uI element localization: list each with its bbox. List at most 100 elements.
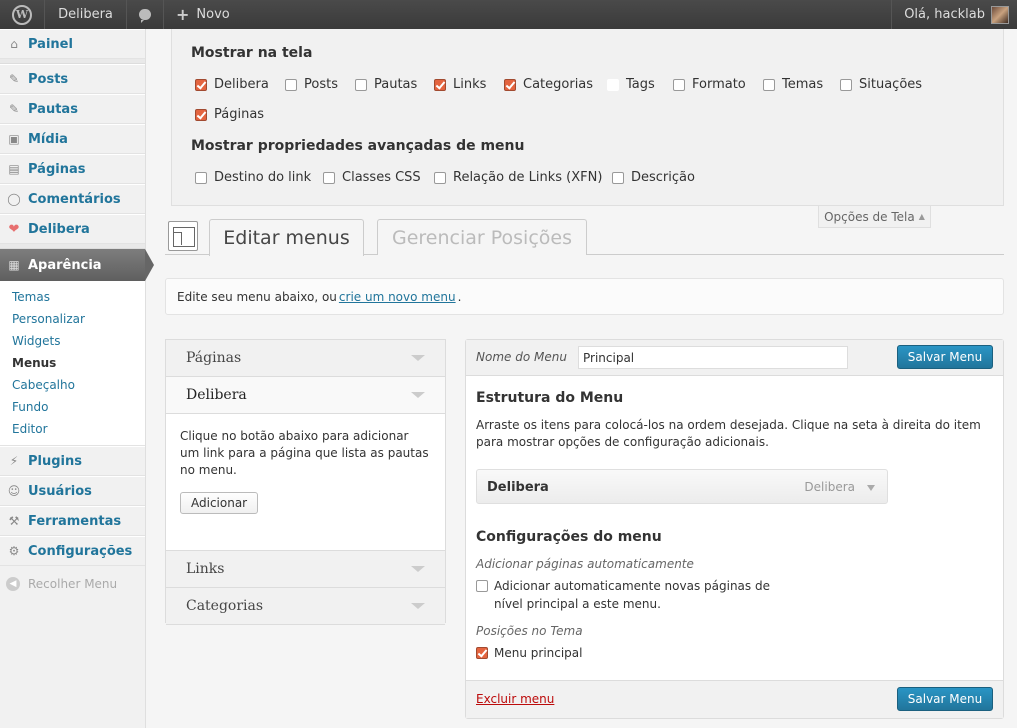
- collapse-arrow-icon: ◀: [6, 577, 20, 591]
- checkbox-classes-css[interactable]: Classes CSS: [323, 170, 421, 185]
- menu-nav-tabs: Editar menus Gerenciar Posições: [165, 218, 1004, 256]
- chevron-down-icon[interactable]: [867, 485, 875, 491]
- checkbox-situacoes[interactable]: Situações: [840, 77, 922, 92]
- users-icon: ☺: [7, 484, 21, 498]
- accordion-section-paginas[interactable]: Páginas: [166, 340, 445, 377]
- sidebar-item-label: Pautas: [28, 101, 78, 117]
- checkbox-label: Pautas: [374, 77, 418, 92]
- wordpress-logo-button[interactable]: W: [0, 0, 45, 29]
- submenu-item-temas[interactable]: Temas: [0, 286, 145, 308]
- checkbox-checked-icon[interactable]: [504, 78, 516, 91]
- sidebar-item-aparencia[interactable]: ▦ Aparência: [0, 249, 154, 281]
- checkbox-unchecked-icon[interactable]: [840, 78, 852, 91]
- appearance-icon: ▦: [8, 258, 20, 272]
- checkbox-unchecked-icon[interactable]: [476, 580, 488, 592]
- sidebar-item-painel[interactable]: ⌂ Painel: [0, 29, 145, 59]
- checkbox-unchecked-icon[interactable]: [673, 78, 685, 91]
- sidebar-item-label: Plugins: [28, 453, 82, 469]
- theme-locations-label: Posições no Tema: [476, 624, 583, 638]
- tab-editar-menus[interactable]: Editar menus: [209, 219, 364, 256]
- auto-add-checkbox[interactable]: Adicionar automaticamente novas páginas …: [476, 577, 786, 613]
- delete-menu-link[interactable]: Excluir menu: [476, 692, 554, 706]
- screen-options-panel: Mostrar na tela Delibera Posts Pautas Li…: [171, 29, 1004, 206]
- dashboard-icon: ⌂: [10, 37, 18, 51]
- checkbox-tags[interactable]: Tags: [607, 77, 655, 92]
- sidebar-item-label: Páginas: [28, 161, 86, 177]
- location-primary-label: Menu principal: [494, 646, 583, 660]
- accordion-section-delibera[interactable]: Delibera: [166, 377, 445, 414]
- checkbox-unchecked-icon[interactable]: [195, 171, 207, 184]
- checkbox-unchecked-icon[interactable]: [763, 78, 775, 91]
- sidebar-item-ferramentas[interactable]: ⚒ Ferramentas: [0, 506, 145, 536]
- sidebar-item-label: Delibera: [28, 221, 90, 237]
- checkbox-temas[interactable]: Temas: [763, 77, 823, 92]
- submenu-item-editor[interactable]: Editor: [0, 418, 145, 440]
- save-menu-button-bottom[interactable]: Salvar Menu: [897, 687, 993, 711]
- new-label: Novo: [196, 7, 230, 22]
- checkbox-xfn[interactable]: Relação de Links (XFN): [434, 170, 602, 185]
- sidebar-item-configuracoes[interactable]: ⚙ Configurações: [0, 536, 145, 566]
- checkbox-unchecked-icon[interactable]: [323, 171, 335, 184]
- checkbox-label: Delibera: [214, 77, 269, 92]
- manage-menus-notice: Edite seu menu abaixo, ou crie um novo m…: [165, 278, 1004, 315]
- comments-button[interactable]: [127, 0, 164, 29]
- sidebar-item-plugins[interactable]: ⚡ Plugins: [0, 446, 145, 476]
- sidebar-item-posts[interactable]: ✎ Posts: [0, 64, 145, 94]
- sidebar-item-paginas[interactable]: ▤ Páginas: [0, 154, 145, 184]
- checkbox-unchecked-icon[interactable]: [434, 171, 446, 184]
- sidebar-item-label: Comentários: [28, 191, 121, 207]
- sidebar-item-label: Posts: [28, 71, 69, 87]
- submenu-item-menus[interactable]: Menus: [0, 352, 145, 374]
- sidebar-item-midia[interactable]: ▣ Mídia: [0, 124, 145, 154]
- advanced-properties-title: Mostrar propriedades avançadas de menu: [191, 138, 525, 154]
- checkbox-label: Temas: [782, 77, 824, 92]
- menu-item-delibera[interactable]: Delibera Delibera: [476, 469, 888, 504]
- avatar: [991, 5, 1009, 24]
- checkbox-pautas[interactable]: Pautas: [355, 77, 417, 92]
- checkbox-checked-icon[interactable]: [476, 647, 488, 659]
- checkbox-checked-icon[interactable]: [195, 78, 207, 91]
- checkbox-unchecked-icon[interactable]: [607, 78, 619, 91]
- adicionar-button[interactable]: Adicionar: [180, 492, 259, 514]
- checkbox-posts[interactable]: Posts: [285, 77, 338, 92]
- accordion-section-categorias[interactable]: Categorias: [166, 588, 445, 625]
- sidebar-item-pautas[interactable]: ✎ Pautas: [0, 94, 145, 124]
- checkbox-label: Formato: [692, 77, 746, 92]
- collapse-label: Recolher Menu: [28, 577, 118, 591]
- accordion-section-links[interactable]: Links: [166, 551, 445, 588]
- checkbox-destino-link[interactable]: Destino do link: [195, 170, 311, 185]
- create-new-menu-link[interactable]: crie um novo menu: [339, 290, 456, 304]
- checkbox-unchecked-icon[interactable]: [612, 171, 624, 184]
- submenu-item-personalizar[interactable]: Personalizar: [0, 308, 145, 330]
- menu-name-input[interactable]: [578, 346, 848, 369]
- submenu-item-fundo[interactable]: Fundo: [0, 396, 145, 418]
- save-menu-button-top[interactable]: Salvar Menu: [897, 345, 993, 369]
- sidebar-item-comentarios[interactable]: ◯ Comentários: [0, 184, 145, 214]
- checkbox-delibera[interactable]: Delibera: [195, 77, 269, 92]
- appearance-submenu: Temas Personalizar Widgets Menus Cabeçal…: [0, 281, 145, 446]
- chevron-down-icon: [411, 566, 425, 572]
- checkbox-unchecked-icon[interactable]: [285, 78, 297, 91]
- menu-settings-title: Configurações do menu: [476, 529, 662, 545]
- site-name-link[interactable]: Delibera: [45, 0, 127, 29]
- checkbox-checked-icon[interactable]: [195, 108, 207, 121]
- delibera-section-content: Clique no botão abaixo para adicionar um…: [166, 414, 445, 551]
- checkbox-checked-icon[interactable]: [434, 78, 446, 91]
- submenu-item-widgets[interactable]: Widgets: [0, 330, 145, 352]
- checkbox-unchecked-icon[interactable]: [355, 78, 367, 91]
- checkbox-formato[interactable]: Formato: [673, 77, 746, 92]
- account-menu[interactable]: Olá, hacklab: [891, 0, 1017, 29]
- submenu-item-cabecalho[interactable]: Cabeçalho: [0, 374, 145, 396]
- tab-gerenciar-posicoes[interactable]: Gerenciar Posições: [377, 219, 587, 255]
- checkbox-paginas[interactable]: Páginas: [195, 107, 264, 122]
- checkbox-links[interactable]: Links: [434, 77, 486, 92]
- location-primary-checkbox[interactable]: Menu principal: [476, 644, 583, 662]
- sidebar-item-delibera[interactable]: ❤ Delibera: [0, 214, 145, 244]
- checkbox-label: Tags: [626, 77, 655, 92]
- new-content-button[interactable]: + Novo: [164, 0, 242, 29]
- collapse-menu-button[interactable]: ◀ Recolher Menu: [0, 570, 145, 598]
- sidebar-item-usuarios[interactable]: ☺ Usuários: [0, 476, 145, 506]
- checkbox-categorias[interactable]: Categorias: [504, 77, 593, 92]
- checkbox-descricao[interactable]: Descrição: [612, 170, 695, 185]
- sidebar-item-label: Usuários: [28, 483, 92, 499]
